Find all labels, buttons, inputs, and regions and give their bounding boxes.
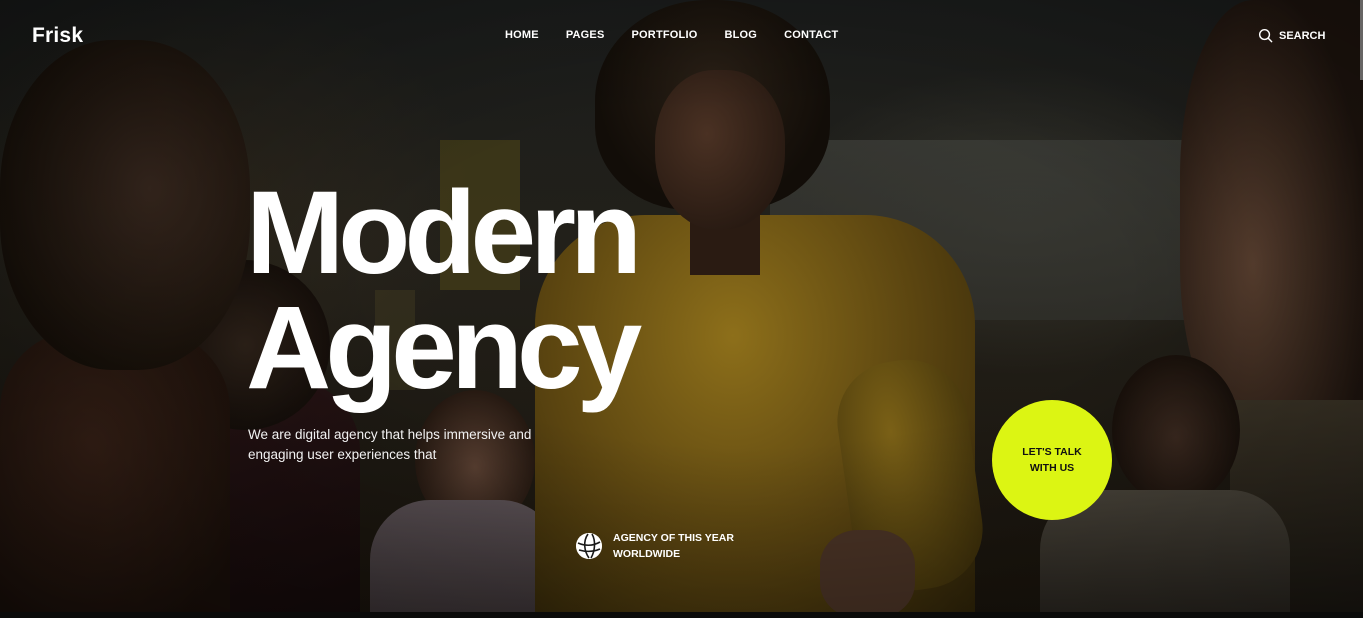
award-line-2: WORLDWIDE: [613, 548, 681, 560]
hero-subtext: We are digital agency that helps immersi…: [248, 427, 532, 462]
nav-home[interactable]: HOME: [505, 29, 539, 41]
search-button[interactable]: SEARCH: [1258, 28, 1325, 43]
nav-pages[interactable]: PAGES: [566, 29, 605, 41]
award-line-1: AGENCY OF THIS YEAR: [613, 532, 734, 544]
hero-background-image: [0, 0, 1363, 618]
hero-headline: Modern Agency: [246, 167, 642, 414]
main-nav: HOME PAGES PORTFOLIO BLOG CONTACT: [505, 29, 838, 41]
logo[interactable]: Frisk: [32, 24, 83, 48]
student-center-body: [370, 500, 560, 618]
nav-blog[interactable]: BLOG: [724, 29, 757, 41]
headline-line-2: Agency: [246, 282, 642, 414]
nav-contact[interactable]: CONTACT: [784, 29, 838, 41]
award-badge: AGENCY OF THIS YEAR WORLDWIDE: [576, 530, 734, 562]
student-foreground-head: [0, 40, 250, 370]
student-foreground-body: [0, 330, 230, 618]
globe-icon: [576, 533, 602, 559]
nav-portfolio[interactable]: PORTFOLIO: [632, 29, 698, 41]
lets-talk-button[interactable]: LET'S TALK WITH US: [992, 400, 1112, 520]
search-label: SEARCH: [1279, 29, 1326, 42]
student-right-head: [1112, 355, 1240, 505]
cta-line-2: WITH US: [1029, 462, 1075, 474]
teacher-hand: [820, 530, 915, 618]
teacher-face: [655, 70, 785, 230]
award-text: AGENCY OF THIS YEAR WORLDWIDE: [613, 530, 734, 562]
cta-line-1: LET'S TALK: [1022, 446, 1082, 458]
search-icon: [1258, 28, 1273, 43]
bottom-bar: [0, 612, 1363, 618]
headline-line-1: Modern: [246, 167, 642, 299]
